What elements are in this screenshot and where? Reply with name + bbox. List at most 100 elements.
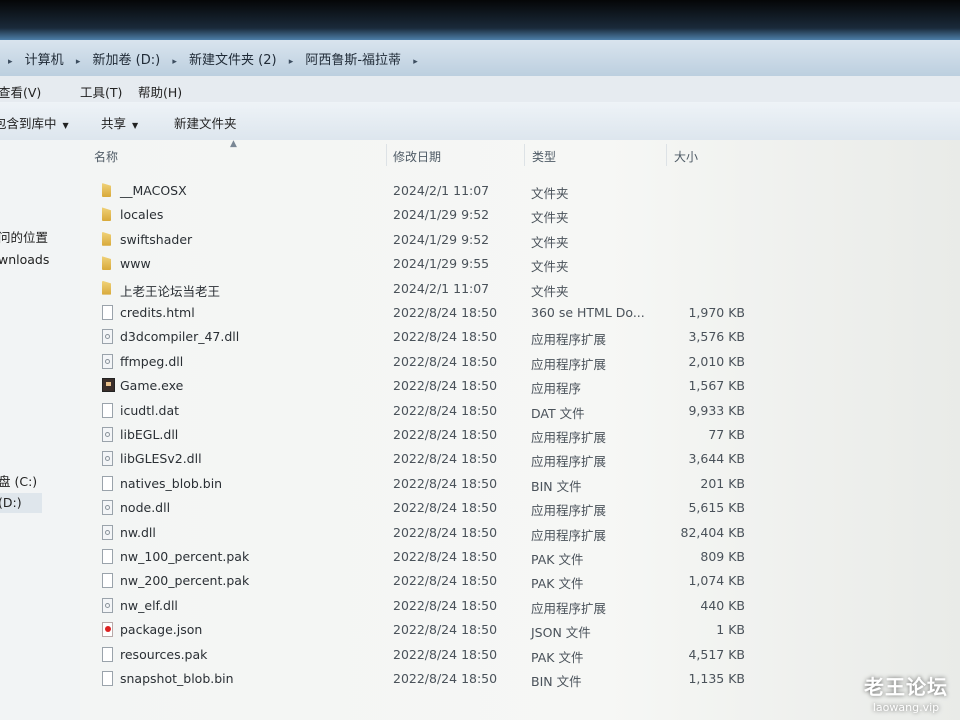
file-row[interactable]: nw_elf.dll 2022/8/24 18:50 应用程序扩展 440 KB bbox=[80, 595, 960, 619]
file-name: Game.exe bbox=[120, 378, 184, 394]
file-row[interactable]: nw_100_percent.pak 2022/8/24 18:50 PAK 文件 8… bbox=[80, 546, 960, 570]
file-icon bbox=[102, 475, 113, 491]
menu-view[interactable]: 查看(V) bbox=[0, 82, 41, 101]
file-name: nw_200_percent.pak bbox=[120, 573, 250, 589]
file-row[interactable]: __MACOSX 2024/2/1 11:07 文件夹 bbox=[80, 180, 960, 204]
file-size: 201 KB bbox=[700, 475, 745, 491]
file-type: BIN 文件 bbox=[531, 674, 582, 689]
file-row[interactable]: nw.dll 2022/8/24 18:50 应用程序扩展 82,404 KB bbox=[80, 522, 960, 546]
file-type: 应用程序扩展 bbox=[531, 600, 607, 616]
column-divider[interactable] bbox=[524, 144, 525, 166]
file-type: 文件夹 bbox=[531, 186, 569, 201]
menu-help[interactable]: 帮助(H) bbox=[138, 82, 182, 101]
html-file-icon bbox=[102, 305, 113, 320]
file-type: 文件夹 bbox=[531, 259, 569, 275]
file-type: DAT 文件 bbox=[531, 405, 585, 421]
new-folder-button[interactable]: 新建文件夹 bbox=[174, 113, 237, 132]
file-type: 360 se HTML Do... bbox=[531, 305, 645, 320]
breadcrumb-computer[interactable]: 计算机 bbox=[21, 49, 68, 68]
file-row[interactable]: node.dll 2022/8/24 18:50 应用程序扩展 5,615 KB bbox=[80, 497, 960, 521]
file-size: 1,074 KB bbox=[688, 573, 745, 589]
file-type: 应用程序 bbox=[531, 381, 582, 397]
nav-item-recent-places[interactable]: 问的位置 bbox=[0, 227, 48, 246]
file-type: BIN 文件 bbox=[531, 478, 582, 494]
file-row[interactable]: swiftshader 2024/1/29 9:52 文件夹 bbox=[80, 229, 960, 253]
chevron-right-icon[interactable]: ▸ bbox=[285, 57, 298, 67]
file-row[interactable]: libEGL.dll 2022/8/24 18:50 应用程序扩展 77 KB bbox=[80, 424, 960, 448]
file-row[interactable]: natives_blob.bin 2022/8/24 18:50 BIN 文件 201… bbox=[80, 473, 960, 497]
file-row[interactable]: icudtl.dat 2022/8/24 18:50 DAT 文件 9,933 KB bbox=[80, 400, 960, 424]
folder-icon bbox=[102, 256, 111, 271]
file-name: libGLESv2.dll bbox=[120, 451, 202, 467]
column-divider[interactable] bbox=[666, 144, 667, 166]
file-type: 应用程序扩展 bbox=[531, 503, 607, 519]
file-size: 809 KB bbox=[700, 549, 745, 564]
breadcrumb-drive-d[interactable]: 新加卷 (D:) bbox=[89, 49, 165, 68]
file-row[interactable]: 上老王论坛当老王 2024/2/1 11:07 文件夹 bbox=[80, 278, 960, 302]
file-row[interactable]: snapshot_blob.bin 2022/8/24 18:50 BIN 文件 1,… bbox=[80, 668, 960, 692]
dropdown-arrow-icon: ▼ bbox=[62, 121, 69, 130]
file-row[interactable]: d3dcompiler_47.dll 2022/8/24 18:50 应用程序扩展 3… bbox=[80, 326, 960, 350]
watermark-url: laowang.vip bbox=[872, 701, 940, 714]
column-header-type[interactable]: 类型 bbox=[532, 148, 556, 165]
nav-item-drive-c[interactable]: 盘 (C:) bbox=[0, 471, 37, 490]
nav-item-downloads[interactable]: wnloads bbox=[0, 252, 49, 267]
file-size: 82,404 KB bbox=[680, 524, 745, 540]
include-in-library-button[interactable]: 包含到库中 ▼ bbox=[0, 113, 69, 132]
menu-tools[interactable]: 工具(T) bbox=[80, 82, 122, 101]
breadcrumb-current-folder[interactable]: 阿西鲁斯-福拉蒂 bbox=[301, 49, 405, 68]
file-size: 2,010 KB bbox=[688, 353, 745, 369]
file-row[interactable]: locales 2024/1/29 9:52 文件夹 bbox=[80, 204, 960, 228]
column-divider[interactable] bbox=[386, 144, 387, 166]
file-name: __MACOSX bbox=[120, 183, 187, 198]
address-bar[interactable]: ▸ 计算机 ▸ 新加卷 (D:) ▸ 新建文件夹 (2) ▸ 阿西鲁斯-福拉蒂 … bbox=[0, 40, 960, 77]
navigation-pane: 问的位置 wnloads 盘 (C:) (D:) bbox=[0, 140, 80, 720]
file-date-modified: 2022/8/24 18:50 bbox=[393, 451, 498, 467]
file-type: 应用程序扩展 bbox=[531, 527, 607, 543]
file-row[interactable]: www 2024/1/29 9:55 文件夹 bbox=[80, 253, 960, 277]
dll-file-icon bbox=[102, 500, 113, 516]
chevron-right-icon[interactable]: ▸ bbox=[4, 57, 17, 67]
dll-file-icon bbox=[102, 353, 113, 369]
file-icon bbox=[102, 573, 113, 589]
file-row[interactable]: Game.exe 2022/8/24 18:50 应用程序 1,567 KB bbox=[80, 375, 960, 399]
file-date-modified: 2022/8/24 18:50 bbox=[393, 305, 498, 320]
file-icon bbox=[102, 549, 113, 564]
file-name: libEGL.dll bbox=[120, 427, 179, 442]
dll-file-icon bbox=[102, 451, 113, 467]
file-icon bbox=[102, 402, 113, 418]
share-button[interactable]: 共享 ▼ bbox=[101, 113, 138, 132]
file-type: 应用程序扩展 bbox=[531, 430, 607, 445]
folder-icon bbox=[102, 231, 111, 246]
file-row[interactable]: credits.html 2022/8/24 18:50 360 se HTML D… bbox=[80, 302, 960, 326]
file-date-modified: 2022/8/24 18:50 bbox=[393, 427, 498, 442]
column-header-size[interactable]: 大小 bbox=[674, 148, 698, 165]
exe-file-icon bbox=[102, 378, 115, 393]
file-row[interactable]: ffmpeg.dll 2022/8/24 18:50 应用程序扩展 2,010 KB bbox=[80, 351, 960, 375]
column-header-date[interactable]: 修改日期 bbox=[393, 148, 441, 165]
file-row[interactable]: libGLESv2.dll 2022/8/24 18:50 应用程序扩展 3,644 … bbox=[80, 448, 960, 472]
file-row[interactable]: package.json 2022/8/24 18:50 JSON 文件 1 KB bbox=[80, 619, 960, 643]
file-icon bbox=[102, 646, 113, 662]
file-name: 上老王论坛当老王 bbox=[120, 283, 221, 299]
file-row[interactable]: resources.pak 2022/8/24 18:50 PAK 文件 4,517 … bbox=[80, 644, 960, 668]
command-bar: 包含到库中 ▼ 共享 ▼ 新建文件夹 bbox=[0, 102, 960, 141]
column-header-name[interactable]: 名称 bbox=[94, 148, 118, 165]
file-date-modified: 2022/8/24 18:50 bbox=[393, 353, 498, 369]
chevron-right-icon[interactable]: ▸ bbox=[72, 57, 85, 67]
file-name: locales bbox=[120, 207, 164, 223]
file-date-modified: 2022/8/24 18:50 bbox=[393, 329, 498, 345]
file-name: nw_100_percent.pak bbox=[120, 549, 250, 564]
share-label: 共享 bbox=[101, 116, 127, 131]
file-date-modified: 2022/8/24 18:50 bbox=[393, 597, 498, 613]
chevron-right-icon[interactable]: ▸ bbox=[168, 57, 181, 67]
nav-item-drive-d[interactable]: (D:) bbox=[0, 493, 42, 513]
file-name: node.dll bbox=[120, 500, 171, 516]
chevron-right-icon[interactable]: ▸ bbox=[409, 57, 422, 67]
file-name: swiftshader bbox=[120, 231, 193, 247]
file-date-modified: 2022/8/24 18:50 bbox=[393, 524, 498, 540]
breadcrumb-new-folder-2[interactable]: 新建文件夹 (2) bbox=[185, 49, 281, 68]
file-size: 5,615 KB bbox=[688, 500, 745, 516]
file-row[interactable]: nw_200_percent.pak 2022/8/24 18:50 PAK 文件 1… bbox=[80, 570, 960, 594]
file-size: 1,970 KB bbox=[688, 305, 745, 320]
